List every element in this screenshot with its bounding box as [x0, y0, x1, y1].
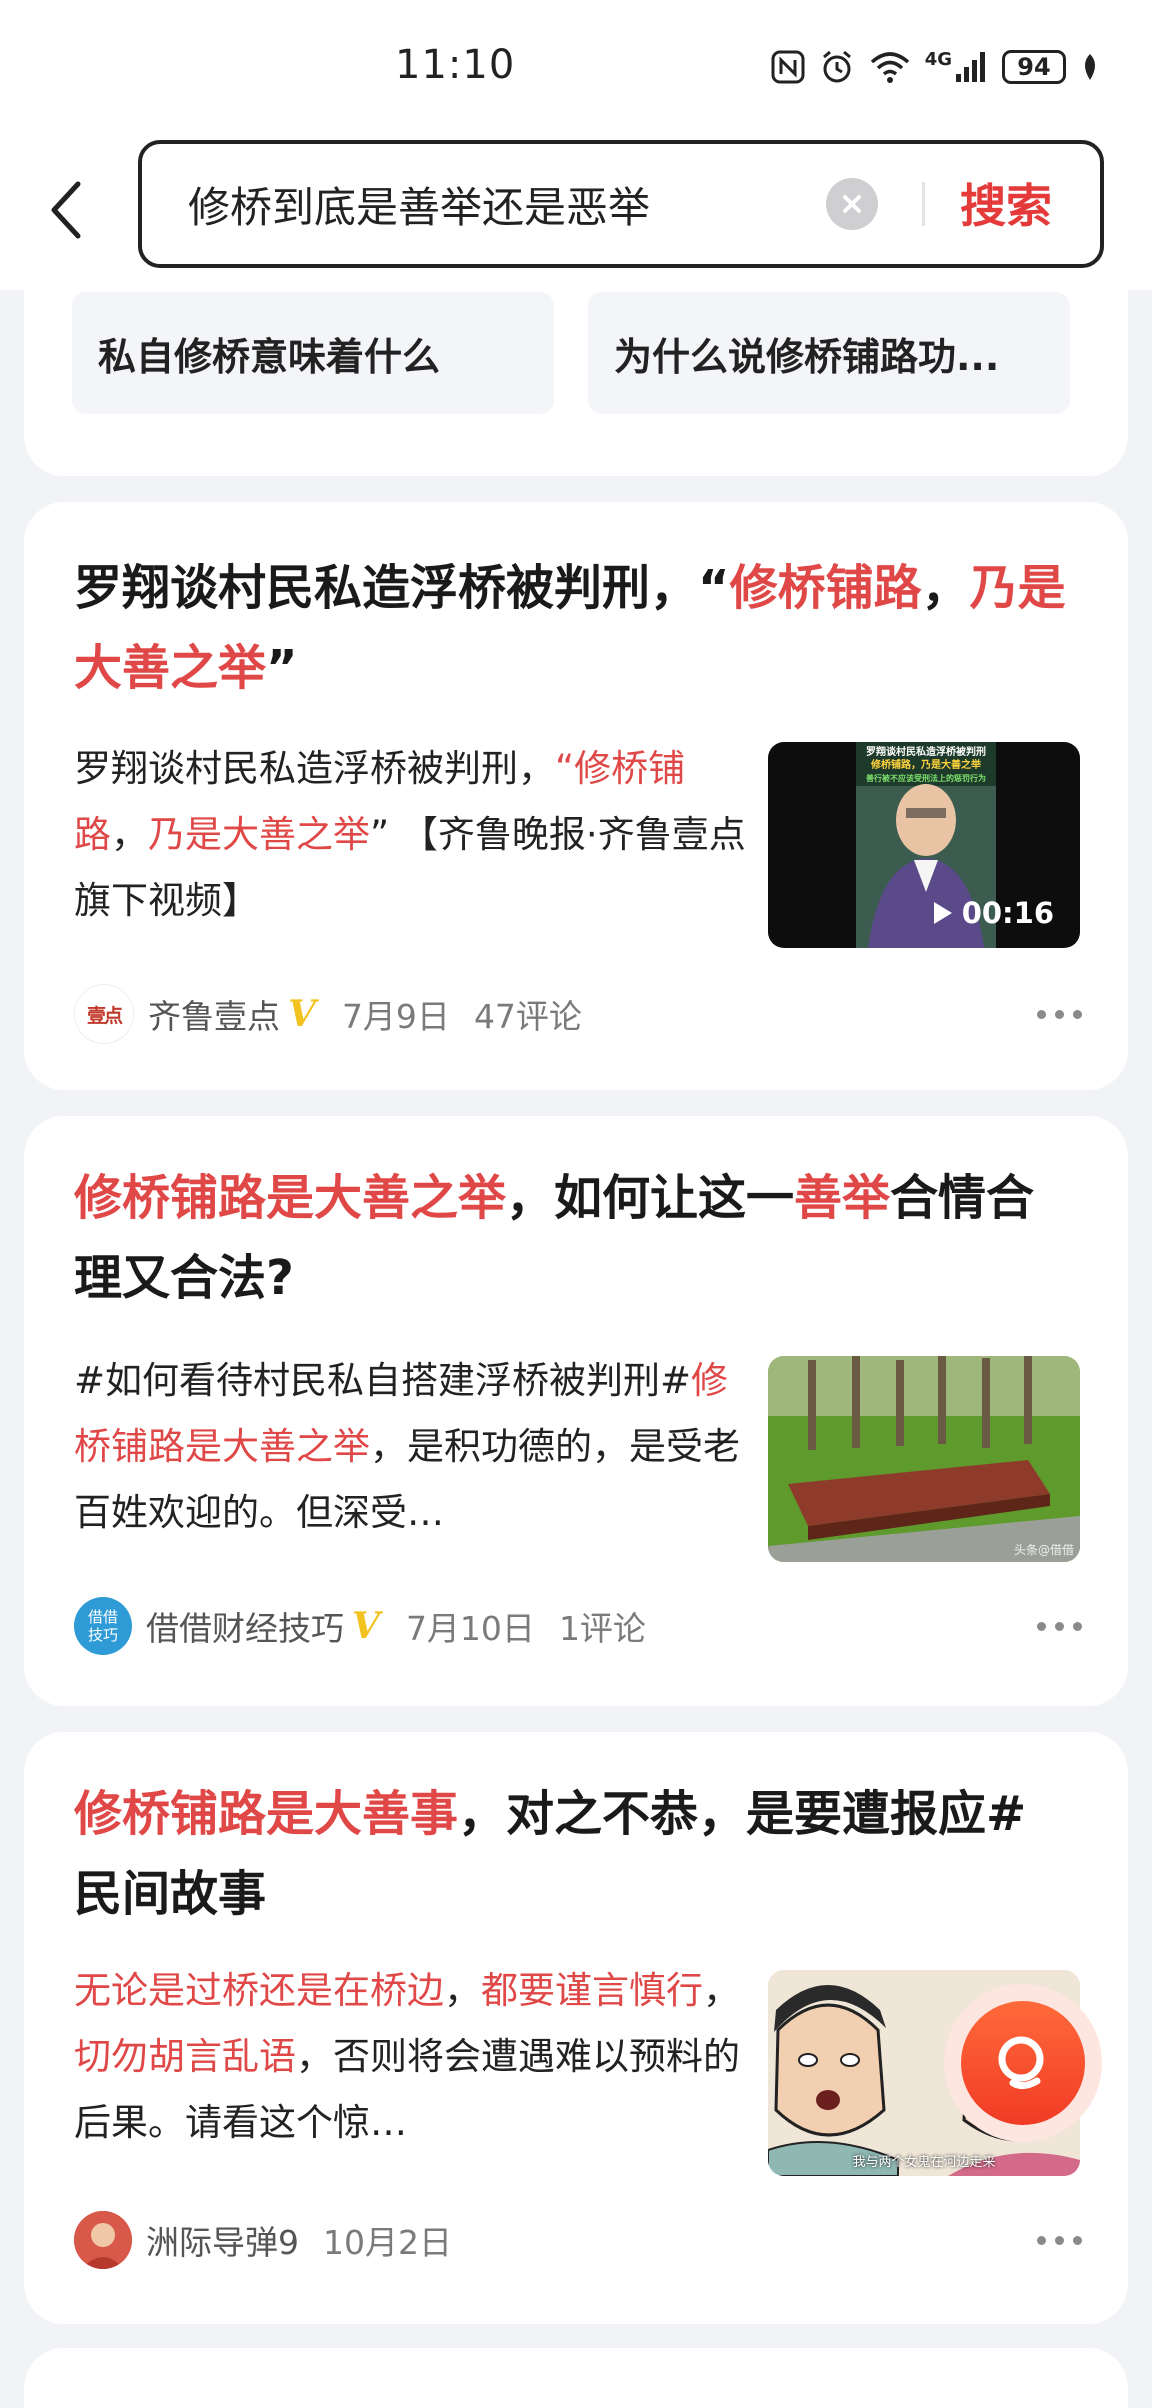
- status-time: 11:10: [395, 42, 516, 88]
- image-caption: 我与两个女鬼在河边走来: [852, 2155, 996, 2170]
- post-date: 7月9日: [341, 997, 450, 1036]
- search-divider: [922, 182, 925, 226]
- leaf-icon: [1080, 52, 1100, 82]
- result-card-partial: [24, 2348, 1128, 2408]
- back-arrow-icon: [51, 181, 81, 239]
- clear-icon: [843, 195, 861, 213]
- avatar[interactable]: 壹点: [74, 984, 134, 1044]
- network-type: 4G: [924, 49, 952, 70]
- result-thumbnail[interactable]: 头条@借借: [768, 1356, 1080, 1562]
- result-card[interactable]: 修桥铺路是大善之举，如何让这一善举合情合理又合法? #如何看待村民私自搭建浮桥被…: [24, 1116, 1128, 1706]
- post-date: 7月10日: [405, 1609, 535, 1648]
- video-duration: 00:16: [932, 896, 1054, 930]
- more-icon: [1037, 2235, 1046, 2245]
- more-icon: [1037, 1621, 1046, 1631]
- result-snippet: 罗翔谈村民私造浮桥被判刑，“修桥铺路，乃是大善之举” 【齐鲁晚报·齐鲁壹点旗下视…: [74, 747, 746, 922]
- more-button[interactable]: [1037, 984, 1082, 1044]
- result-meta: 洲际导弹9 10月2日: [74, 2210, 476, 2270]
- verified-badge: V: [288, 993, 316, 1035]
- related-chip[interactable]: 为什么说修桥铺路功...: [588, 292, 1070, 414]
- search-icon: [998, 2036, 1044, 2090]
- wifi-icon: [869, 50, 911, 84]
- avatar[interactable]: 借借技巧: [74, 1597, 132, 1655]
- result-title[interactable]: 修桥铺路是大善之举，如何让这一善举合情合理又合法?: [74, 1158, 1074, 1318]
- search-header: 搜索: [0, 130, 1152, 290]
- result-meta: 借借技巧 借借财经技巧 V 7月10日 1评论: [74, 1596, 646, 1656]
- nfc-icon: [771, 50, 805, 84]
- play-icon: [933, 902, 952, 924]
- search-box: 搜索: [138, 140, 1104, 268]
- result-meta: 壹点 齐鲁壹点 V 7月9日 47评论: [74, 984, 582, 1044]
- post-date: 10月2日: [323, 2223, 452, 2262]
- avatar[interactable]: [74, 2211, 132, 2269]
- status-icons: 4G 94: [771, 44, 1100, 90]
- result-card[interactable]: 罗翔谈村民私造浮桥被判刑，“修桥铺路，乃是大善之举” 罗翔谈村民私造浮桥被判刑，…: [24, 502, 1128, 1090]
- floating-search-button[interactable]: [944, 1984, 1102, 2142]
- signal-icon: 4G: [925, 50, 988, 84]
- search-input[interactable]: [188, 172, 828, 236]
- more-button[interactable]: [1037, 1596, 1082, 1656]
- clear-button[interactable]: [826, 178, 878, 230]
- bridge-photo: [768, 1356, 1080, 1562]
- image-watermark: 头条@借借: [1013, 1543, 1074, 1557]
- result-title[interactable]: 罗翔谈村民私造浮桥被判刑，“修桥铺路，乃是大善之举”: [74, 548, 1074, 708]
- battery-icon: 94: [1002, 50, 1066, 84]
- result-snippet: #如何看待村民私自搭建浮桥被判刑#修桥铺路是大善之举，是积功德的，是受老百姓欢迎…: [74, 1359, 740, 1534]
- alarm-icon: [819, 49, 855, 85]
- comment-count: 1评论: [558, 1609, 646, 1648]
- related-chip[interactable]: 私自修桥意味着什么: [72, 292, 554, 414]
- video-overlay-text: 罗翔谈村民私造浮桥被判刑 修桥铺路，乃是大善之举 善行被不应该受刑法上的惩罚行为: [866, 747, 986, 783]
- result-title[interactable]: 修桥铺路是大善事，对之不恭，是要遭报应#民间故事: [74, 1774, 1074, 1934]
- avatar-image: [74, 2211, 132, 2269]
- more-icon: [1037, 1009, 1046, 1019]
- status-bar: 11:10 4G 94: [0, 0, 1152, 130]
- source-name[interactable]: 齐鲁壹点: [148, 990, 280, 1038]
- comment-count: 47评论: [473, 997, 582, 1036]
- back-button[interactable]: [38, 170, 94, 250]
- verified-badge: V: [352, 1605, 380, 1647]
- result-snippet: 无论是过桥还是在桥边，都要谨言慎行，切勿胡言乱语，否则将会遭遇难以预料的后果。请…: [74, 1969, 740, 2144]
- more-button[interactable]: [1037, 2210, 1082, 2270]
- search-button[interactable]: 搜索: [960, 170, 1052, 236]
- video-thumbnail[interactable]: 罗翔谈村民私造浮桥被判刑 修桥铺路，乃是大善之举 善行被不应该受刑法上的惩罚行为…: [768, 742, 1080, 948]
- source-name[interactable]: 借借财经技巧: [146, 1602, 344, 1650]
- source-name[interactable]: 洲际导弹9: [146, 2216, 299, 2264]
